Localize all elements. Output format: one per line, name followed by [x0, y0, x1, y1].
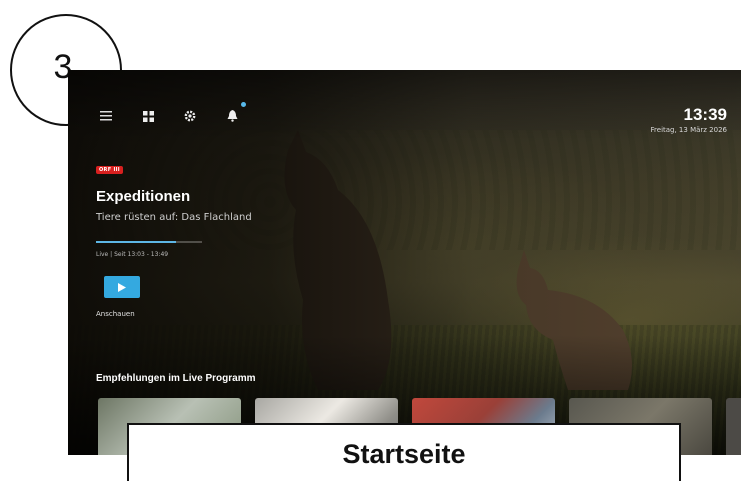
program-subtitle: Tiere rüsten auf: Das Flachland — [96, 212, 252, 223]
caption-box: Startseite — [127, 423, 681, 481]
recommendation-tile-partial[interactable] — [726, 398, 741, 455]
hero-top-shade — [68, 70, 741, 140]
watch-label: Anschauen — [96, 310, 135, 318]
clock: 13:39 Freitag, 13 März 2026 — [650, 105, 727, 135]
notification-dot — [241, 102, 246, 107]
caption-text: Startseite — [342, 439, 466, 469]
progress-fill — [96, 241, 176, 243]
menu-icon[interactable] — [98, 108, 114, 124]
program-title: Expeditionen — [96, 188, 191, 205]
recommendations-heading: Empfehlungen im Live Programm — [96, 373, 256, 384]
play-icon — [118, 282, 126, 292]
play-button[interactable] — [104, 276, 140, 298]
grid-icon[interactable] — [140, 108, 156, 124]
live-info: Live | Seit 13:03 - 13:49 — [96, 251, 169, 258]
progress-bar — [96, 241, 202, 243]
clock-date: Freitag, 13 März 2026 — [650, 126, 727, 134]
clock-time: 13:39 — [683, 105, 727, 124]
top-nav — [98, 102, 246, 124]
tv-screen: 13:39 Freitag, 13 März 2026 ORF III Expe… — [68, 70, 741, 455]
gear-icon[interactable] — [182, 108, 198, 124]
channel-logo: ORF III — [96, 166, 123, 174]
bell-icon[interactable] — [224, 102, 246, 124]
